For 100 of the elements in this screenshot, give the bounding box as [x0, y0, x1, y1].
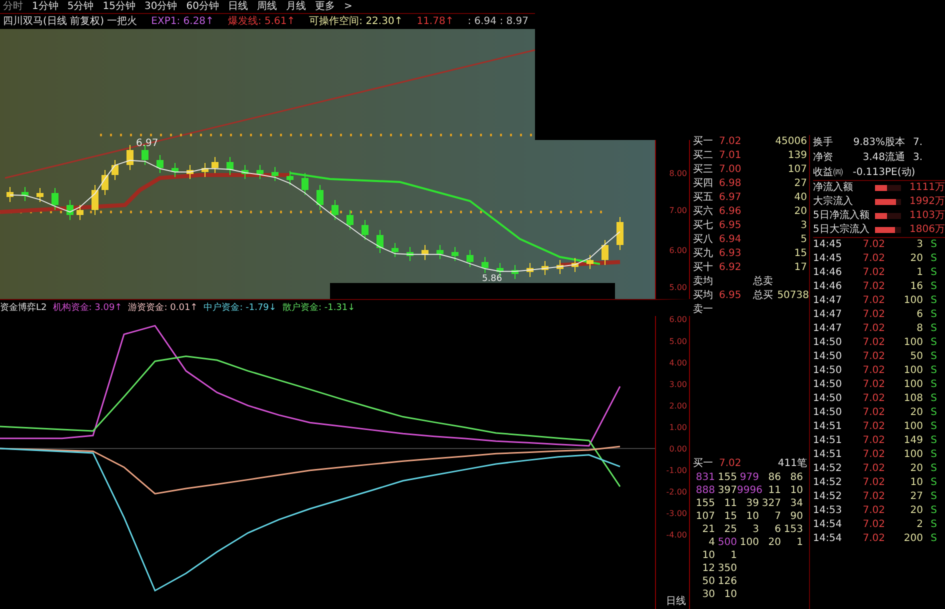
tick-time: 14:50 — [813, 392, 843, 406]
tick-time: 14:47 — [813, 294, 843, 308]
bid-volume: 17 — [793, 261, 807, 275]
candlestick — [572, 258, 578, 272]
queue-order: 155 — [716, 471, 737, 484]
tick-price: 7.02 — [862, 476, 885, 490]
period-tab[interactable]: 30分钟 — [144, 0, 178, 13]
period-label: 日线 — [666, 596, 686, 607]
stat-value: 7. — [913, 136, 924, 150]
queue-order: 126 — [716, 575, 737, 588]
tick-time: 14:54 — [813, 518, 843, 532]
queue-order: 10 — [789, 484, 803, 497]
tick-volume: 50 — [909, 350, 923, 364]
queue-order: 50 — [701, 575, 715, 588]
candlestick — [286, 170, 294, 186]
period-tab[interactable]: 更多 — [314, 0, 335, 13]
tick-side: S — [930, 532, 937, 546]
tick-price: 7.02 — [862, 308, 885, 322]
tick-side: S — [930, 280, 937, 294]
tick-price: 7.02 — [862, 238, 885, 252]
stat-label: 净资 — [813, 151, 834, 165]
period-tab[interactable]: 分时 — [3, 0, 23, 13]
tick-side: S — [930, 350, 937, 364]
bid-price: 7.00 — [719, 163, 742, 177]
bid-price: 6.98 — [719, 177, 742, 191]
candlestick — [156, 154, 164, 174]
period-tab[interactable]: 周线 — [256, 0, 277, 13]
queue-order: 100 — [738, 536, 759, 549]
flow-label: 大宗流入 — [813, 195, 854, 209]
queue-price: 7.02 — [719, 457, 742, 471]
summary-label: 卖一 — [693, 303, 714, 317]
flow-value: 1111万 — [908, 181, 945, 195]
tick-side: S — [930, 490, 937, 504]
candlestick — [36, 188, 44, 202]
candlestick — [302, 172, 308, 196]
tick-time: 14:52 — [813, 490, 843, 504]
legend-value: 中户资金: -1.79↓ — [204, 302, 276, 315]
stat-label: 股本 — [885, 136, 906, 150]
bid-price: 6.94 — [719, 233, 742, 247]
summary-price: 6.95 — [719, 289, 742, 303]
summary-label: 买均 — [693, 289, 714, 303]
bid-volume: 27 — [793, 177, 807, 191]
queue-order: 12 — [701, 562, 715, 575]
tick-price: 7.02 — [862, 406, 885, 420]
tick-time: 14:50 — [813, 378, 843, 392]
tick-price: 7.02 — [862, 252, 885, 266]
bid-label: 买四 — [693, 177, 714, 191]
candlestick — [586, 254, 594, 270]
candlestick — [52, 188, 58, 210]
period-tab[interactable]: 1分钟 — [32, 0, 58, 13]
bid-volume: 20 — [793, 205, 807, 219]
period-tab[interactable]: 日线 — [228, 0, 248, 13]
queue-order: 20 — [767, 536, 781, 549]
tick-price: 7.02 — [862, 518, 885, 532]
summary-label: 总卖 — [753, 275, 774, 289]
tick-volume: 3 — [916, 238, 923, 252]
tick-time: 14:54 — [813, 532, 843, 546]
stat-label: 换手 — [813, 136, 834, 150]
period-tab[interactable]: 15分钟 — [102, 0, 136, 13]
tick-side: S — [930, 462, 937, 476]
axis-label: -4.00 — [666, 530, 687, 540]
candlestick — [316, 184, 324, 210]
axis-label: 2.00 — [669, 400, 687, 410]
period-tab[interactable]: 5分钟 — [67, 0, 94, 13]
stat-label: PE(动) — [885, 166, 913, 180]
axis-label: 6.00 — [669, 246, 687, 255]
queue-order: 350 — [716, 562, 737, 575]
queue-order: 11 — [767, 484, 781, 497]
tick-price: 7.02 — [862, 420, 885, 434]
candlestick — [172, 162, 178, 178]
tick-time: 14:50 — [813, 406, 843, 420]
flow-label: 净流入额 — [813, 181, 854, 195]
tick-side: S — [930, 336, 937, 350]
tick-time: 14:45 — [813, 252, 843, 266]
queue-order: 39 — [745, 497, 759, 510]
tick-side: S — [930, 238, 937, 252]
queue-order: 10 — [723, 588, 737, 601]
candlestick — [406, 246, 414, 262]
stat-label: 收益㈣ — [813, 166, 844, 180]
tick-volume: 100 — [902, 364, 923, 378]
tick-time: 14:50 — [813, 364, 843, 378]
more-arrow[interactable]: > — [344, 0, 352, 13]
candlestick — [332, 200, 338, 220]
candlestick — [616, 216, 624, 250]
tick-side: S — [930, 364, 937, 378]
bid-price: 6.96 — [719, 205, 742, 219]
tick-volume: 27 — [909, 490, 923, 504]
tick-volume: 149 — [902, 434, 923, 448]
tick-price: 7.02 — [862, 532, 885, 546]
candlestick — [142, 144, 148, 166]
high-price-label: 6.97 — [136, 138, 158, 149]
candlestick — [362, 220, 368, 240]
indicator-title: 资金博弈L2 — [0, 301, 47, 315]
period-tab[interactable]: 月线 — [286, 0, 306, 13]
tick-side: S — [930, 392, 937, 406]
period-tab[interactable]: 60分钟 — [186, 0, 219, 13]
axis-label: 3.00 — [669, 379, 687, 388]
candlestick — [556, 260, 564, 274]
tick-price: 7.02 — [862, 294, 885, 308]
candlestick — [512, 264, 518, 280]
